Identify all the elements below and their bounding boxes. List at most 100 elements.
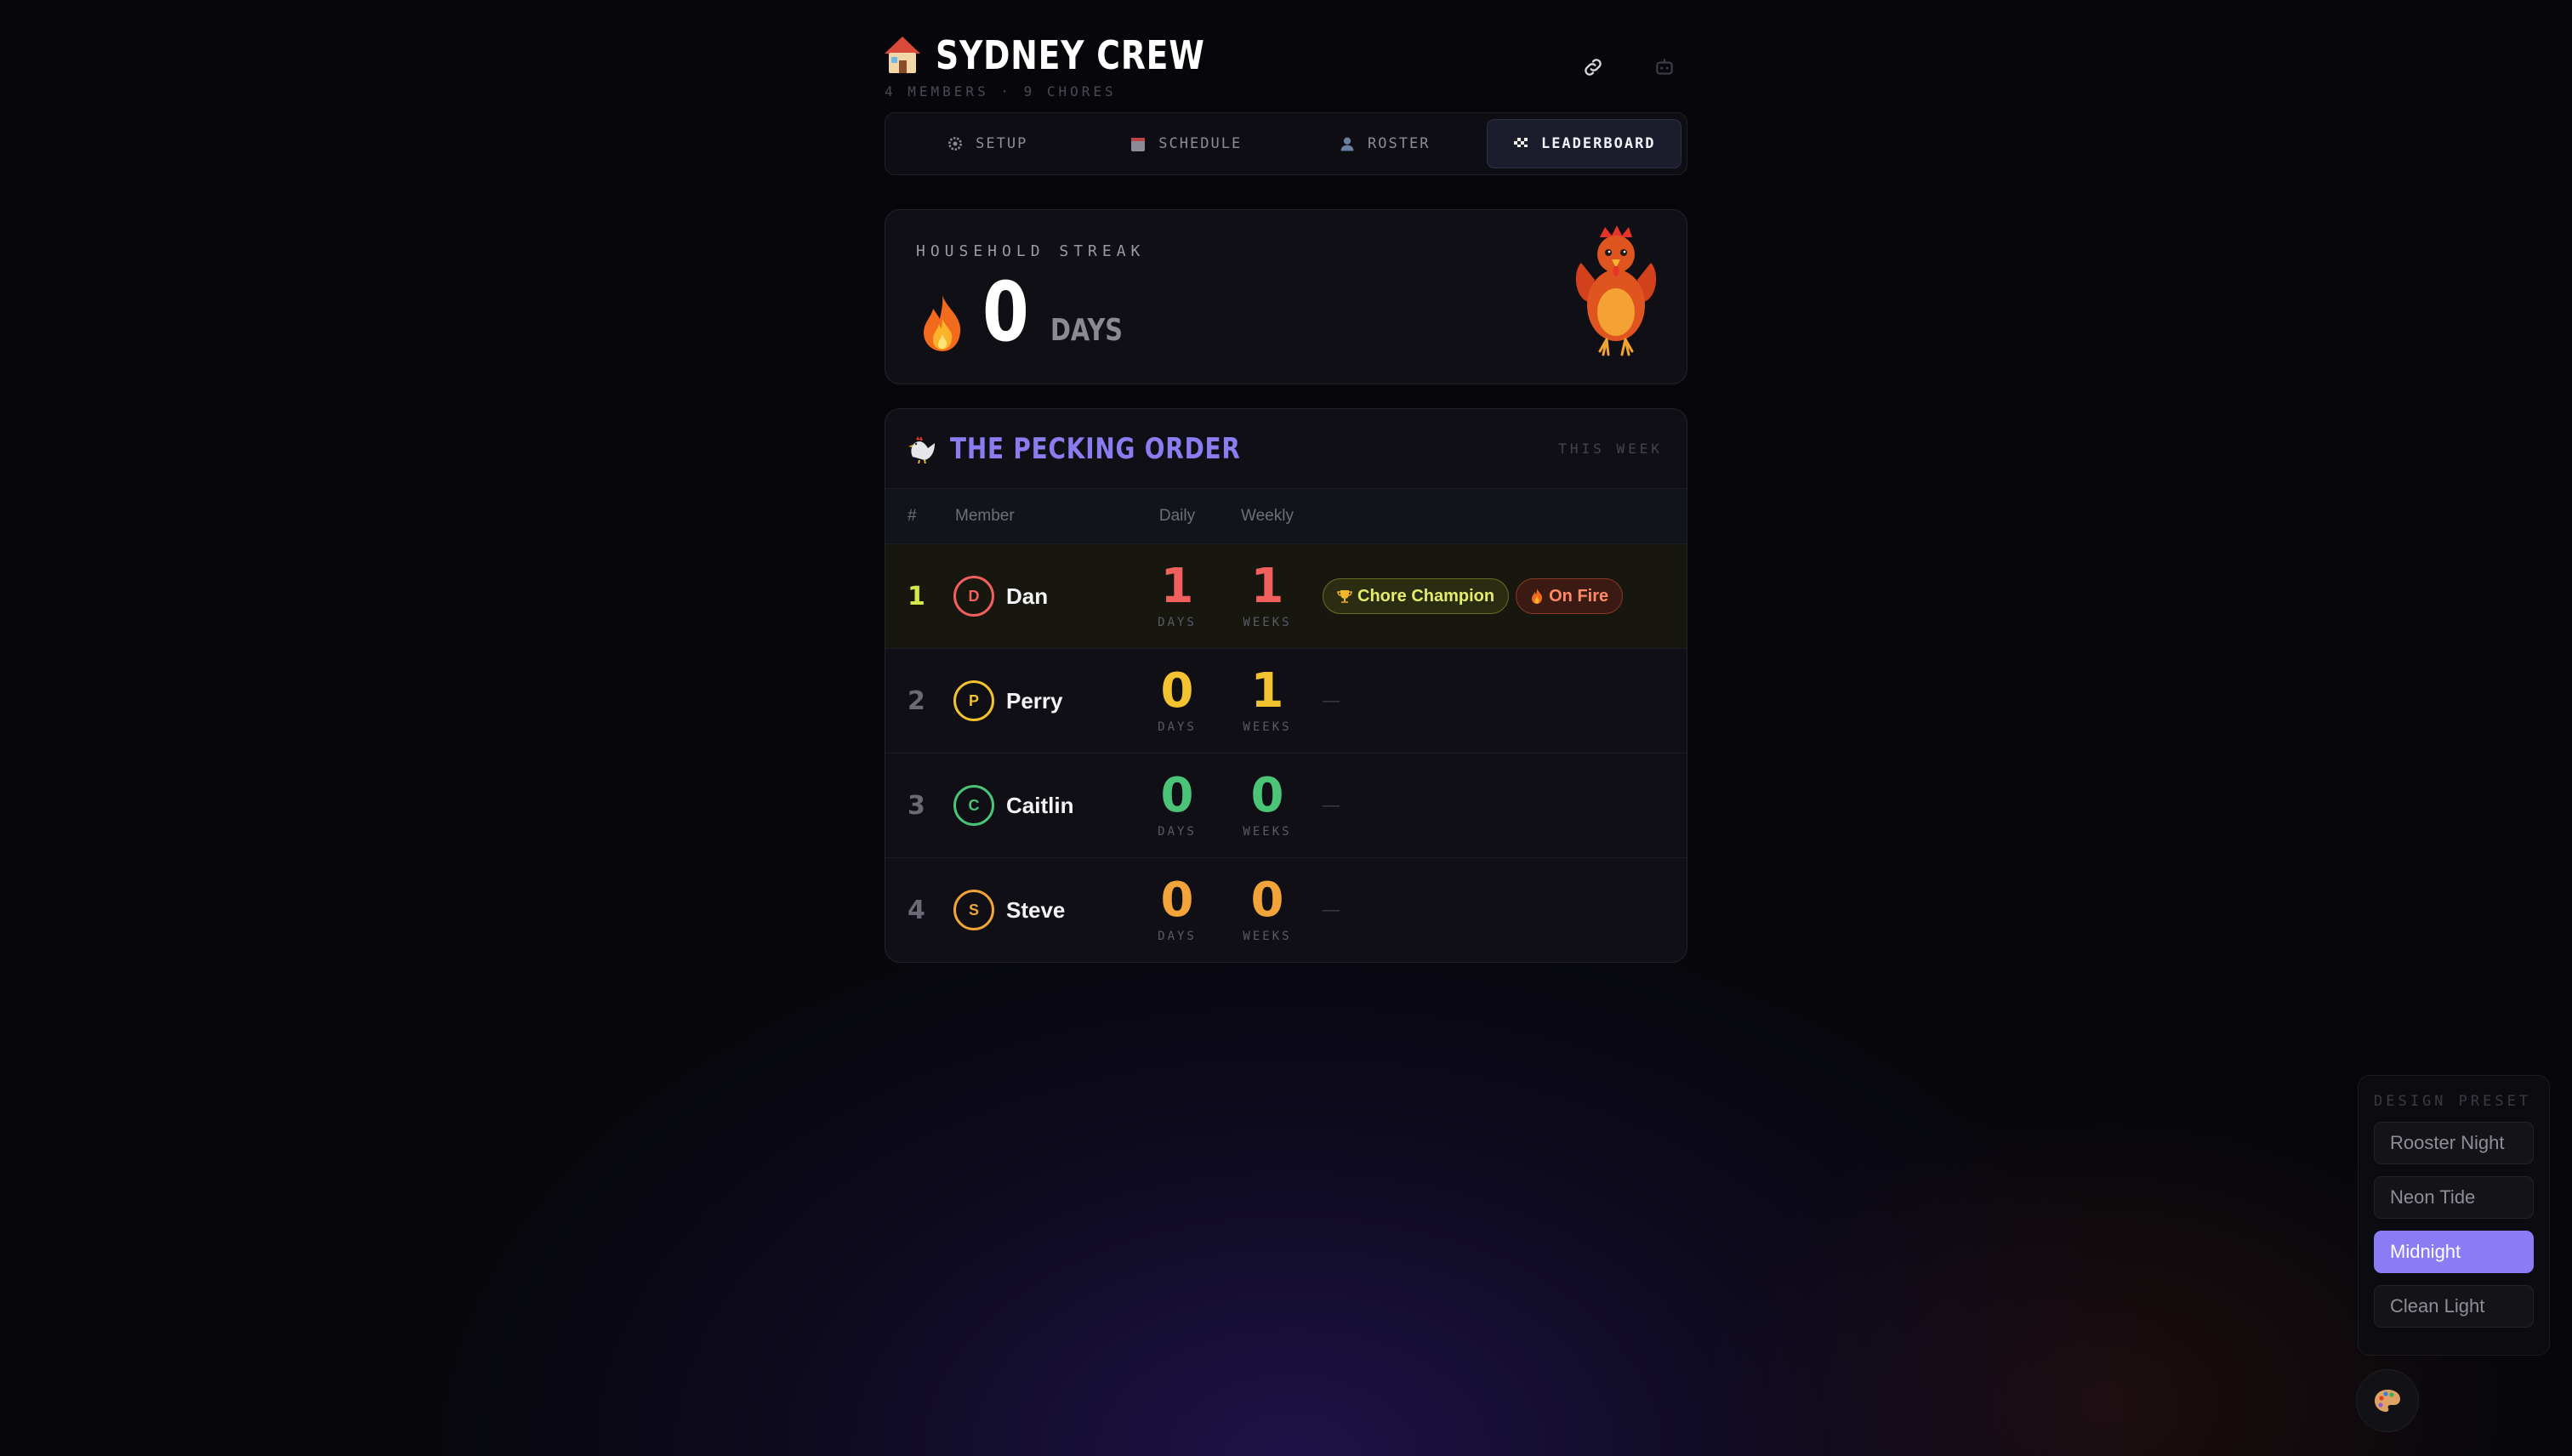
column-weekly: Weekly xyxy=(1241,507,1294,525)
weekly-unit: WEEKS xyxy=(1243,930,1292,943)
link-icon xyxy=(1585,59,1602,76)
leaderboard-title: THE PECKING ORDER xyxy=(950,431,1241,466)
leaderboard-period: THIS WEEK xyxy=(1558,441,1663,457)
badges: — xyxy=(1312,691,1340,711)
fire-icon xyxy=(1532,589,1543,604)
person-icon xyxy=(1339,135,1356,152)
weekly-stat: 1 WEEKS xyxy=(1222,663,1312,735)
badges: Chore Champion On Fire xyxy=(1312,578,1624,614)
badges: — xyxy=(1312,901,1340,920)
daily-stat: 1 DAYS xyxy=(1132,559,1222,630)
fire-icon xyxy=(924,295,961,351)
tab-label: SETUP xyxy=(976,135,1028,152)
chore-champion-badge: Chore Champion xyxy=(1323,578,1510,614)
leaderboard-header: THE PECKING ORDER THIS WEEK xyxy=(885,409,1687,489)
badge-label: On Fire xyxy=(1549,586,1609,606)
on-fire-badge: On Fire xyxy=(1516,578,1624,614)
robot-button[interactable] xyxy=(1652,54,1677,80)
house-icon xyxy=(885,37,920,74)
tab-roster[interactable]: ROSTER xyxy=(1288,119,1482,168)
tab-label: ROSTER xyxy=(1368,135,1431,152)
weekly-value: 1 xyxy=(1250,663,1284,719)
preset-option-clean-light[interactable]: Clean Light xyxy=(2374,1285,2534,1328)
rooster-mascot xyxy=(1575,225,1657,356)
page-title: SYDNEY CREW xyxy=(936,32,1205,78)
rooster-icon xyxy=(908,435,935,464)
leaderboard-row[interactable]: 3 C Caitlin 0 DAYS 0 WEEKS — xyxy=(885,753,1687,857)
tab-label: SCHEDULE xyxy=(1158,135,1243,152)
no-badges: — xyxy=(1323,795,1340,815)
daily-stat: 0 DAYS xyxy=(1132,663,1222,735)
streak-label: HOUSEHOLD STREAK xyxy=(916,242,1146,260)
design-preset-panel: DESIGN PRESET Rooster Night Neon Tide Mi… xyxy=(2358,1075,2550,1356)
header: SYDNEY CREW 4 MEMBERS · 9 CHORES xyxy=(885,31,1687,102)
member: P Perry xyxy=(953,680,1132,721)
tab-leaderboard[interactable]: LEADERBOARD xyxy=(1486,119,1681,168)
household-streak-card: HOUSEHOLD STREAK 0 DAYS xyxy=(885,209,1687,384)
daily-unit: DAYS xyxy=(1158,616,1197,629)
preset-option-midnight[interactable]: Midnight xyxy=(2374,1231,2534,1273)
streak-value: 0 xyxy=(982,264,1029,360)
leaderboard-row[interactable]: 1 D Dan 1 DAYS 1 WEEKS Chore Champion On… xyxy=(885,543,1687,648)
leaderboard-column-header: # Member Daily Weekly xyxy=(885,489,1687,543)
header-actions xyxy=(1580,54,1677,80)
weekly-value: 1 xyxy=(1250,559,1284,614)
leaderboard-row[interactable]: 4 S Steve 0 DAYS 0 WEEKS — xyxy=(885,857,1687,962)
daily-value: 0 xyxy=(1160,873,1194,928)
avatar: C xyxy=(953,785,994,826)
daily-value: 0 xyxy=(1160,768,1194,823)
design-preset-toggle-button[interactable] xyxy=(2356,1369,2419,1432)
link-button[interactable] xyxy=(1580,54,1606,80)
tab-label: LEADERBOARD xyxy=(1540,135,1656,152)
member: D Dan xyxy=(953,576,1132,617)
daily-unit: DAYS xyxy=(1158,825,1197,839)
leaderboard-row[interactable]: 2 P Perry 0 DAYS 1 WEEKS — xyxy=(885,648,1687,753)
streak-value-row: 0 DAYS xyxy=(918,271,1141,353)
robot-icon xyxy=(1656,59,1673,75)
weekly-unit: WEEKS xyxy=(1243,720,1292,734)
weekly-stat: 1 WEEKS xyxy=(1222,559,1312,630)
design-preset-title: DESIGN PRESET xyxy=(2374,1093,2532,1110)
daily-value: 0 xyxy=(1160,663,1194,719)
weekly-unit: WEEKS xyxy=(1243,825,1292,839)
daily-stat: 0 DAYS xyxy=(1132,772,1222,839)
avatar: P xyxy=(953,680,994,721)
member-name: Dan xyxy=(1006,583,1049,609)
avatar: D xyxy=(953,576,994,617)
column-rank: # xyxy=(908,507,917,525)
preset-option-neon-tide[interactable]: Neon Tide xyxy=(2374,1176,2534,1219)
trophy-icon xyxy=(1337,590,1352,603)
rank: 1 xyxy=(908,581,925,611)
checkered-flag-icon xyxy=(1512,135,1529,152)
preset-option-rooster-night[interactable]: Rooster Night xyxy=(2374,1122,2534,1164)
member: S Steve xyxy=(953,890,1132,930)
daily-unit: DAYS xyxy=(1158,720,1197,734)
daily-stat: 0 DAYS xyxy=(1132,873,1222,944)
weekly-value: 0 xyxy=(1250,873,1284,928)
badge-label: Chore Champion xyxy=(1357,586,1495,606)
member-name: Steve xyxy=(1006,896,1066,923)
weekly-stat: 0 WEEKS xyxy=(1222,772,1312,839)
daily-value: 1 xyxy=(1160,559,1194,614)
gear-icon xyxy=(947,135,964,152)
weekly-value: 0 xyxy=(1250,768,1284,823)
leaderboard-card: THE PECKING ORDER THIS WEEK # Member Dai… xyxy=(885,408,1687,963)
title-row: SYDNEY CREW xyxy=(885,31,1687,80)
rank: 4 xyxy=(908,895,925,925)
tab-schedule[interactable]: SCHEDULE xyxy=(1090,119,1283,168)
weekly-unit: WEEKS xyxy=(1243,616,1292,629)
leaderboard-title-wrap: THE PECKING ORDER xyxy=(908,432,1305,466)
member: C Caitlin xyxy=(953,785,1132,826)
badges: — xyxy=(1312,796,1340,816)
avatar: S xyxy=(953,890,994,930)
tab-setup[interactable]: SETUP xyxy=(891,119,1084,168)
weekly-stat: 0 WEEKS xyxy=(1222,873,1312,944)
no-badges: — xyxy=(1323,691,1340,710)
tab-bar: SETUP SCHEDULE ROSTER LEADERBOARD xyxy=(885,112,1687,175)
column-daily: Daily xyxy=(1158,507,1196,525)
rank: 2 xyxy=(908,685,925,716)
palette-icon xyxy=(2375,1390,2400,1412)
page-subtitle: 4 MEMBERS · 9 CHORES xyxy=(885,83,1117,100)
streak-unit: DAYS xyxy=(1050,313,1124,348)
daily-unit: DAYS xyxy=(1158,930,1197,943)
